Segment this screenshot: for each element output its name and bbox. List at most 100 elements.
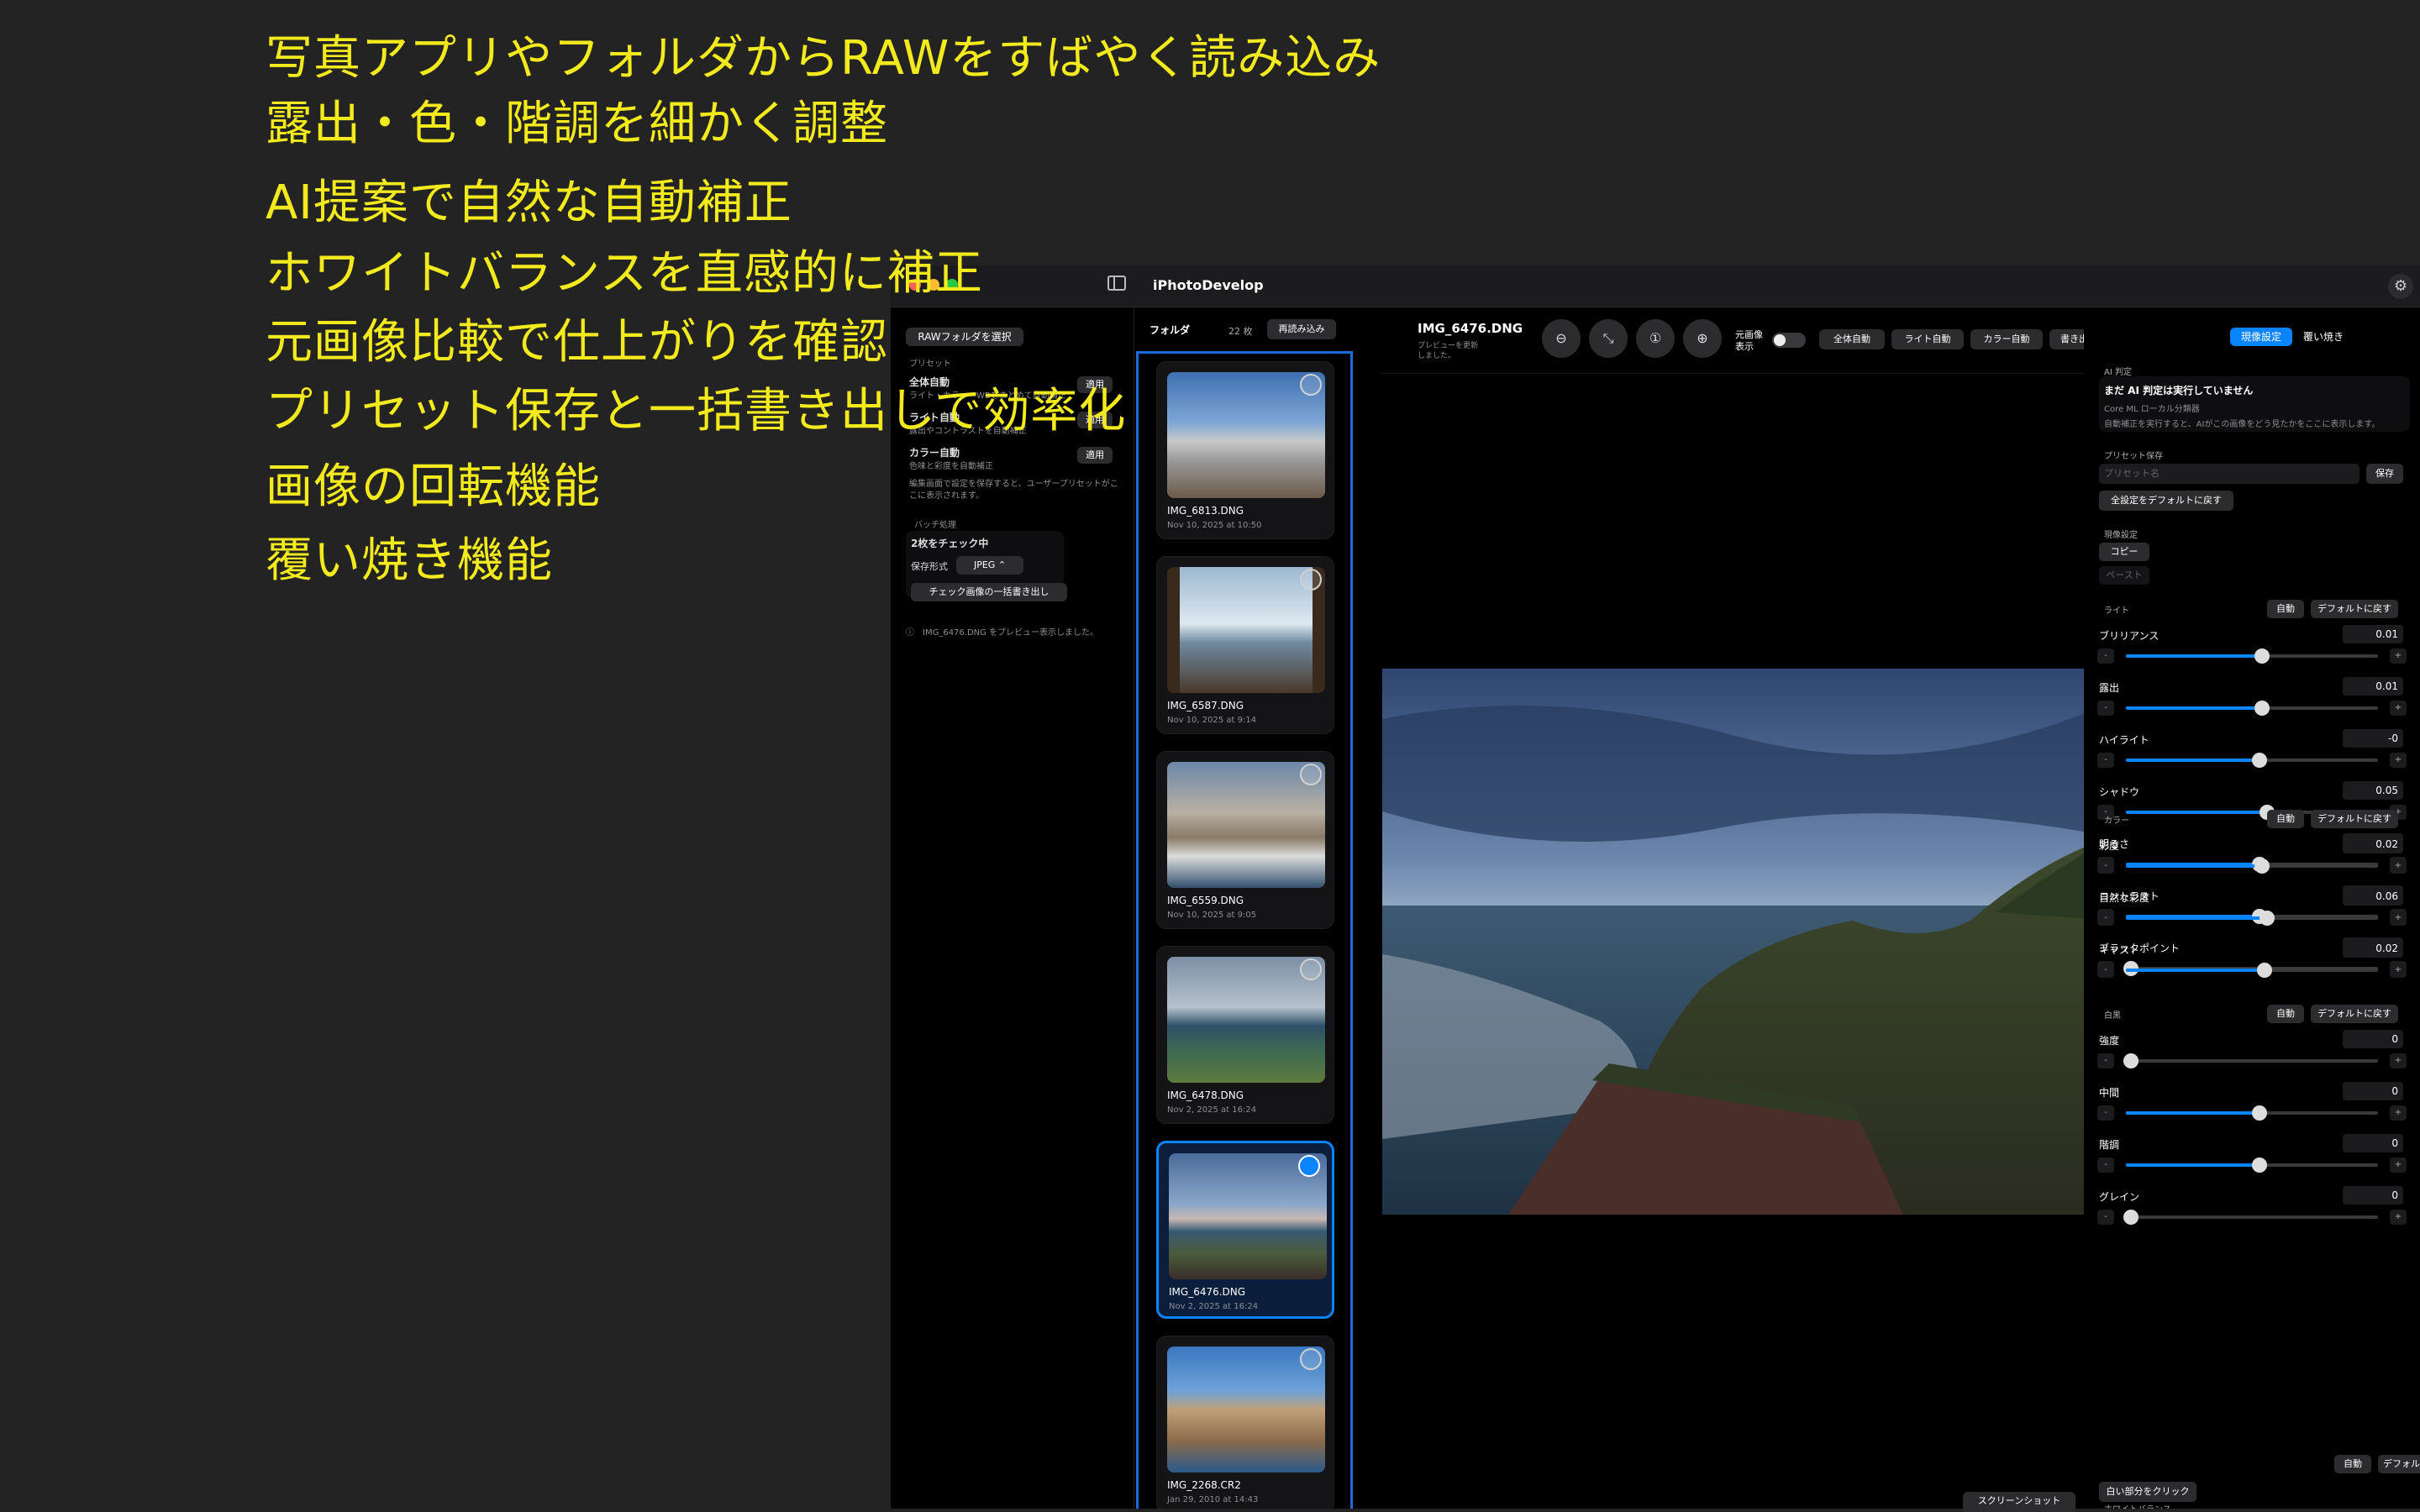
increment-button[interactable]: + xyxy=(2390,1158,2407,1173)
decrement-button[interactable]: - xyxy=(2097,963,2114,978)
slider-track[interactable] xyxy=(2126,753,2378,768)
slider-knob[interactable] xyxy=(2254,648,2270,664)
select-checkbox[interactable] xyxy=(1300,958,1322,980)
slider-value-field[interactable]: 0.01 xyxy=(2343,625,2403,643)
zoom-out-icon[interactable]: ⊖ xyxy=(1542,319,1581,358)
thumbnail-card[interactable]: IMG_6587.DNG Nov 10, 2025 at 9:14 xyxy=(1156,556,1334,734)
zoom-in-icon[interactable]: ⊕ xyxy=(1683,319,1722,358)
group-auto-button[interactable]: 自動 xyxy=(2267,600,2304,618)
copy-settings-button[interactable]: コピー xyxy=(2099,543,2149,561)
slider-track[interactable] xyxy=(2126,1105,2378,1121)
slider-track[interactable] xyxy=(2126,858,2378,874)
slider-knob[interactable] xyxy=(2254,858,2270,874)
increment-button[interactable]: + xyxy=(2390,701,2407,716)
thumbnail-card[interactable]: IMG_2268.CR2 Jan 29, 2010 at 14:43 xyxy=(1156,1336,1334,1509)
thumbnail-name: IMG_6813.DNG xyxy=(1167,505,1244,517)
slider-fill xyxy=(2126,654,2262,658)
slider-knob[interactable] xyxy=(2123,1053,2139,1068)
slider-knob[interactable] xyxy=(2252,753,2267,768)
decrement-button[interactable]: - xyxy=(2097,911,2114,926)
fit-screen-icon[interactable]: ⤡ xyxy=(1589,319,1628,358)
slider-knob[interactable] xyxy=(2252,1105,2267,1121)
screenshot-button[interactable]: スクリーンショット xyxy=(1963,1492,2075,1512)
slider-value-field[interactable]: 0 xyxy=(2343,1134,2403,1152)
auto-color-button[interactable]: カラー自動 xyxy=(1970,329,2043,349)
tab-dodge[interactable]: 覆い焼き xyxy=(2294,328,2353,346)
thumbnail-card-selected[interactable]: IMG_6476.DNG Nov 2, 2025 at 16:24 xyxy=(1156,1141,1334,1319)
slider-track[interactable] xyxy=(2126,701,2378,716)
thumbnail-card[interactable]: IMG_6559.DNG Nov 10, 2025 at 9:05 xyxy=(1156,751,1334,929)
slider-value-field[interactable]: 0.06 xyxy=(2343,887,2403,906)
slider-value-field[interactable]: -0 xyxy=(2343,729,2403,748)
group-auto-button[interactable]: 自動 xyxy=(2267,1005,2304,1023)
increment-button[interactable]: + xyxy=(2390,858,2407,874)
apply-auto-color-button[interactable]: 適用 xyxy=(1077,447,1113,464)
decrement-button[interactable]: - xyxy=(2097,701,2114,716)
save-preset-button[interactable]: 保存 xyxy=(2366,464,2403,484)
select-checkbox[interactable] xyxy=(1300,569,1322,591)
slider-knob[interactable] xyxy=(2260,911,2275,926)
slider-track[interactable] xyxy=(2126,1158,2378,1173)
slider-knob[interactable] xyxy=(2252,1158,2267,1173)
preset-name-input[interactable]: プリセット名 xyxy=(2099,464,2360,484)
select-checkbox[interactable] xyxy=(1300,1348,1322,1370)
thumbnail-name: IMG_6559.DNG xyxy=(1167,895,1244,906)
slider-track[interactable] xyxy=(2123,1053,2378,1068)
increment-button[interactable]: + xyxy=(2390,648,2407,664)
slider-value-field[interactable]: 0 xyxy=(2343,1186,2403,1205)
slider-track[interactable] xyxy=(2126,963,2378,978)
reset-all-button[interactable]: 全設定をデフォルトに戻す xyxy=(2099,491,2233,511)
slider-knob[interactable] xyxy=(2257,963,2272,978)
slider-value-field[interactable]: 0.01 xyxy=(2343,677,2403,696)
increment-button[interactable]: + xyxy=(2390,911,2407,926)
increment-button[interactable]: + xyxy=(2390,963,2407,978)
slider-value-field[interactable]: 0 xyxy=(2343,1082,2403,1100)
wb-auto-button[interactable]: 自動 xyxy=(2334,1455,2371,1473)
increment-button[interactable]: + xyxy=(2390,1210,2407,1225)
decrement-button[interactable]: - xyxy=(2097,648,2114,664)
increment-button[interactable]: + xyxy=(2390,753,2407,768)
reload-button[interactable]: 再読み込み xyxy=(1267,319,1336,339)
slider-value-field[interactable]: 0.05 xyxy=(2343,781,2403,800)
show-original-toggle[interactable] xyxy=(1772,333,1806,348)
slider-knob[interactable] xyxy=(2123,1210,2139,1225)
wb-reset-button[interactable]: デフォルトに戻す xyxy=(2378,1455,2420,1473)
actual-size-icon[interactable]: ① xyxy=(1636,319,1675,358)
select-checkbox[interactable] xyxy=(1300,374,1322,396)
decrement-button[interactable]: - xyxy=(2097,1053,2114,1068)
increment-button[interactable]: + xyxy=(2390,1105,2407,1121)
export-checked-button[interactable]: チェック画像の一括書き出し xyxy=(911,583,1067,601)
decrement-button[interactable]: - xyxy=(2097,1158,2114,1173)
file-name: IMG_6476.DNG xyxy=(1418,321,1523,336)
white-point-click-button[interactable]: 白い部分をクリック xyxy=(2099,1482,2196,1502)
slider-value-field[interactable]: 0.02 xyxy=(2343,835,2403,853)
slider-value-field[interactable]: 0.02 xyxy=(2343,939,2403,958)
group-auto-button[interactable]: 自動 xyxy=(2267,810,2304,828)
slider-track[interactable] xyxy=(2123,1210,2378,1225)
decrement-button[interactable]: - xyxy=(2097,1105,2114,1121)
group-reset-button[interactable]: デフォルトに戻す xyxy=(2311,1005,2398,1023)
gear-icon[interactable]: ⚙ xyxy=(2388,274,2413,299)
group-reset-button[interactable]: デフォルトに戻す xyxy=(2311,600,2398,618)
thumbnail-card[interactable]: IMG_6813.DNG Nov 10, 2025 at 10:50 xyxy=(1156,361,1334,539)
auto-all-button[interactable]: 全体自動 xyxy=(1819,329,1885,349)
paste-settings-button[interactable]: ペースト xyxy=(2099,566,2149,585)
decrement-button[interactable]: - xyxy=(2097,1210,2114,1225)
select-checkbox-checked[interactable] xyxy=(1298,1155,1320,1177)
slider-track[interactable] xyxy=(2126,648,2378,664)
select-checkbox[interactable] xyxy=(1300,764,1322,785)
slider-knob[interactable] xyxy=(2254,701,2270,716)
format-select[interactable]: JPEG ⌃ xyxy=(956,556,1023,575)
tab-develop-settings[interactable]: 現像設定 xyxy=(2230,328,2292,346)
decrement-button[interactable]: - xyxy=(2097,753,2114,768)
main-preview-image[interactable] xyxy=(1382,669,2112,1215)
slider-value-field[interactable]: 0 xyxy=(2343,1030,2403,1048)
select-raw-folder-button[interactable]: RAWフォルダを選択 xyxy=(906,328,1023,346)
decrement-button[interactable]: - xyxy=(2097,858,2114,874)
slider-track[interactable] xyxy=(2126,911,2378,926)
group-reset-button[interactable]: デフォルトに戻す xyxy=(2311,810,2398,828)
thumbnail-card[interactable]: IMG_6478.DNG Nov 2, 2025 at 16:24 xyxy=(1156,946,1334,1124)
increment-button[interactable]: + xyxy=(2390,1053,2407,1068)
auto-light-button[interactable]: ライト自動 xyxy=(1891,329,1964,349)
sidebar-toggle-icon[interactable] xyxy=(1107,276,1126,291)
